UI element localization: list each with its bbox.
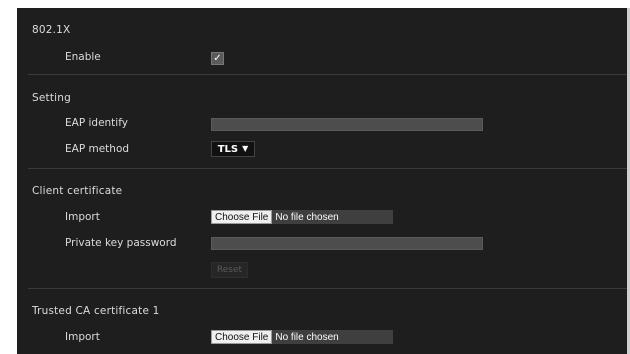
eap-method-value: TLS [217, 143, 239, 155]
enable-checkbox[interactable]: ✓ [211, 52, 224, 65]
trusted-ca-file-input: Choose File No file chosen [211, 330, 393, 344]
eap-identify-input[interactable] [211, 118, 483, 131]
private-key-password-input[interactable] [211, 237, 483, 250]
file-status-text: No file chosen [275, 211, 339, 223]
choose-file-button[interactable]: Choose File [211, 330, 273, 344]
checkmark-icon: ✓ [213, 52, 222, 64]
settings-panel: 802.1X Enable ✓ Setting EAP identify EAP… [17, 8, 630, 354]
section-divider [28, 288, 630, 289]
eap-identify-label: EAP identify [65, 117, 128, 129]
trusted-ca-import-label: Import [65, 331, 100, 343]
eap-method-label: EAP method [65, 143, 130, 155]
client-import-label: Import [65, 211, 100, 223]
section-title-802-1x: 802.1X [32, 24, 71, 36]
reset-button[interactable]: Reset [211, 262, 248, 278]
section-divider [28, 74, 630, 75]
section-title-client-certificate: Client certificate [32, 185, 123, 197]
private-key-password-label: Private key password [65, 237, 177, 249]
section-title-setting: Setting [32, 92, 71, 104]
enable-label: Enable [65, 51, 101, 63]
section-title-trusted-ca-1: Trusted CA certificate 1 [32, 305, 160, 317]
choose-file-button[interactable]: Choose File [211, 210, 273, 224]
section-divider [28, 168, 630, 169]
file-status-text: No file chosen [275, 331, 339, 343]
client-certificate-file-input: Choose File No file chosen [211, 210, 393, 224]
chevron-down-icon: ▼ [242, 144, 249, 153]
eap-method-select[interactable]: TLS ▼ [211, 141, 255, 157]
